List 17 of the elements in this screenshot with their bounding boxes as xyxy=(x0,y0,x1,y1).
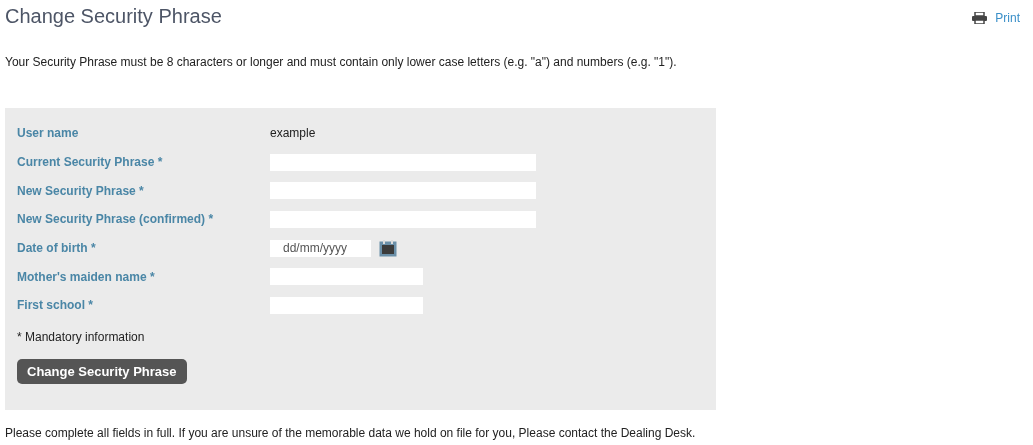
calendar-icon[interactable] xyxy=(379,239,397,257)
change-security-phrase-button[interactable]: Change Security Phrase xyxy=(17,358,187,385)
field-label: Date of birth * xyxy=(17,240,97,258)
mandatory-note: * Mandatory information xyxy=(17,329,146,344)
printer-icon xyxy=(972,12,988,24)
date-field[interactable]: dd/mm/yyyy xyxy=(270,239,371,257)
field-label: New Security Phrase (confirmed) * xyxy=(17,211,215,229)
field-label: Current Security Phrase * xyxy=(17,154,164,172)
field-label: Mother's maiden name * xyxy=(17,268,156,286)
field-label: New Security Phrase * xyxy=(17,182,145,200)
instruction-text: Your Security Phrase must be 8 characters or longer and must contain only lower case letters (e.g. "a") and numbers (e.g. "1"). xyxy=(5,55,678,69)
field-label: First school * xyxy=(17,297,94,315)
help-text: Please complete all fields in full. If you are unsure of the memorable data we hold on file for you, Please contact the Dealing Desk. xyxy=(5,426,697,441)
print-link[interactable]: Print xyxy=(972,9,1020,27)
page-title: Change Security Phrase xyxy=(5,4,222,29)
field-value: example xyxy=(270,125,316,143)
field-label: User name xyxy=(17,125,80,143)
